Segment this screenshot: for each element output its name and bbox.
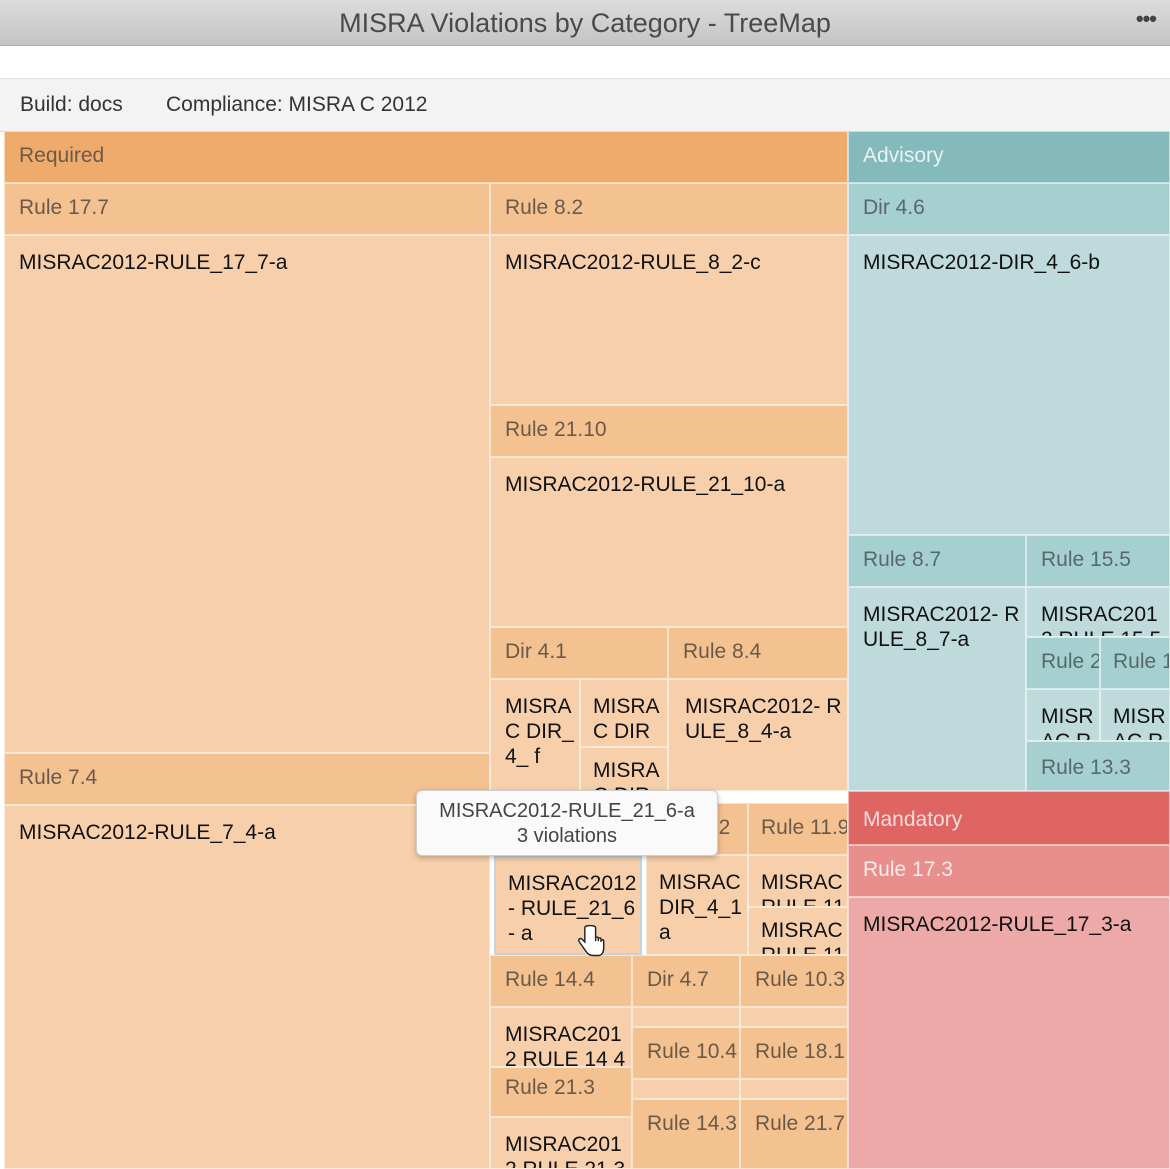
rule-18-1[interactable]: Rule 18.1 <box>740 1027 848 1079</box>
leaf-rule-21-10-a[interactable]: MISRAC2012-RULE_21_10-a <box>490 457 848 627</box>
leaf-rule-1[interactable]: MISRAC RULE <box>1100 689 1170 741</box>
leaf-dir-4-1-f[interactable]: MISRAC DIR_4_ f <box>490 679 580 791</box>
rule-8-4[interactable]: Rule 8.4 <box>668 627 848 679</box>
leaf-rule-8-4-a[interactable]: MISRAC2012- RULE_8_4-a <box>668 679 848 791</box>
rule-8-7[interactable]: Rule 8.7 <box>848 535 1026 587</box>
rule-21-3[interactable]: Rule 21.3 <box>490 1067 632 1117</box>
rule-8-2[interactable]: Rule 8.2 <box>490 183 848 235</box>
treemap-tooltip: MISRAC2012-RULE_21_6-a 3 violations <box>416 790 718 856</box>
rule-13-3[interactable]: Rule 13.3 <box>1026 741 1170 791</box>
tooltip-title: MISRAC2012-RULE_21_6-a <box>439 800 695 822</box>
rule-10-4[interactable]: Rule 10.4 <box>632 1027 740 1079</box>
leaf-rule-14-4[interactable]: MISRAC2012 RULE 14 4 <box>490 1007 632 1067</box>
leaf-rule-8-7-a[interactable]: MISRAC2012- RULE_8_7-a <box>848 587 1026 791</box>
compliance-label: Compliance: MISRA C 2012 <box>166 93 428 116</box>
leaf-rule-2[interactable]: MISRAC RULE <box>1026 689 1100 741</box>
rule-17-3[interactable]: Rule 17.3 <box>848 845 1170 897</box>
leaf-rule-21-6-a[interactable]: MISRAC2012- RULE_21_6- a <box>494 855 642 955</box>
leaf-dir-4-1-c[interactable]: MISRAC DIR 4 <box>580 747 668 791</box>
leaf-rule-10-4[interactable] <box>632 1079 740 1099</box>
leaf-rule-17-3-a[interactable]: MISRAC2012-RULE_17_3-a <box>848 897 1170 1169</box>
window-title: MISRA Violations by Category - TreeMap <box>339 8 831 38</box>
treemap: Required Advisory Rule 17.7 MISRAC2012-R… <box>4 131 1170 1169</box>
rule-2[interactable]: Rule 2 <box>1026 637 1100 689</box>
leaf-rule-10-3[interactable] <box>740 1007 848 1027</box>
rule-15-5[interactable]: Rule 15.5 <box>1026 535 1170 587</box>
rule-11-9[interactable]: Rule 11.9 <box>748 803 848 855</box>
rule-1[interactable]: Rule 1 <box>1100 637 1170 689</box>
category-mandatory[interactable]: Mandatory <box>848 791 1170 845</box>
leaf-dir-4-7[interactable] <box>632 1007 740 1027</box>
rule-14-3[interactable]: Rule 14.3 <box>632 1099 740 1169</box>
leaf-rule-11-9-a[interactable]: MISRAC RULE 11 <box>748 855 848 907</box>
tooltip-count: 3 violations <box>516 825 618 847</box>
dir-4-1[interactable]: Dir 4.1 <box>490 627 668 679</box>
leaf-dir-4-6-b[interactable]: MISRAC2012-DIR_4_6-b <box>848 235 1170 535</box>
leaf-rule-18-1[interactable] <box>740 1079 848 1099</box>
leaf-rule-7-4-a[interactable]: MISRAC2012-RULE_7_4-a <box>4 805 490 1169</box>
pointer-hand-icon <box>578 924 605 957</box>
rule-17-7[interactable]: Rule 17.7 <box>4 183 490 235</box>
rule-21-7[interactable]: Rule 21.7 <box>740 1099 848 1169</box>
build-label: Build: docs <box>20 93 123 116</box>
info-bar: Build: docs Compliance: MISRA C 2012 <box>0 79 1170 132</box>
leaf-rule-21-3[interactable]: MISRAC2012 RULE 21 3 <box>490 1117 632 1169</box>
window-titlebar: MISRA Violations by Category - TreeMap •… <box>0 0 1170 46</box>
leaf-rule-11-9-b[interactable]: MISRAC RULE 11 <box>748 907 848 955</box>
leaf-rule-15-5[interactable]: MISRAC2012 RULE 15 5 <box>1026 587 1170 637</box>
rule-10-3[interactable]: Rule 10.3 <box>740 955 848 1007</box>
rule-21-10[interactable]: Rule 21.10 <box>490 405 848 457</box>
toolbar-spacer <box>0 46 1170 79</box>
dir-4-7[interactable]: Dir 4.7 <box>632 955 740 1007</box>
leaf-rule-8-2-c[interactable]: MISRAC2012-RULE_8_2-c <box>490 235 848 405</box>
category-advisory[interactable]: Advisory <box>848 131 1170 183</box>
leaf-rule-17-7-a[interactable]: MISRAC2012-RULE_17_7-a <box>4 235 490 753</box>
leaf-dir-4-12-a[interactable]: MISRAC DIR_4_1 a <box>646 855 748 955</box>
dir-4-6[interactable]: Dir 4.6 <box>848 183 1170 235</box>
category-required[interactable]: Required <box>4 131 848 183</box>
more-horizontal-icon[interactable]: ••• <box>1136 6 1157 32</box>
leaf-dir-4-1-b[interactable]: MISRAC DIR 4 <box>580 679 668 747</box>
